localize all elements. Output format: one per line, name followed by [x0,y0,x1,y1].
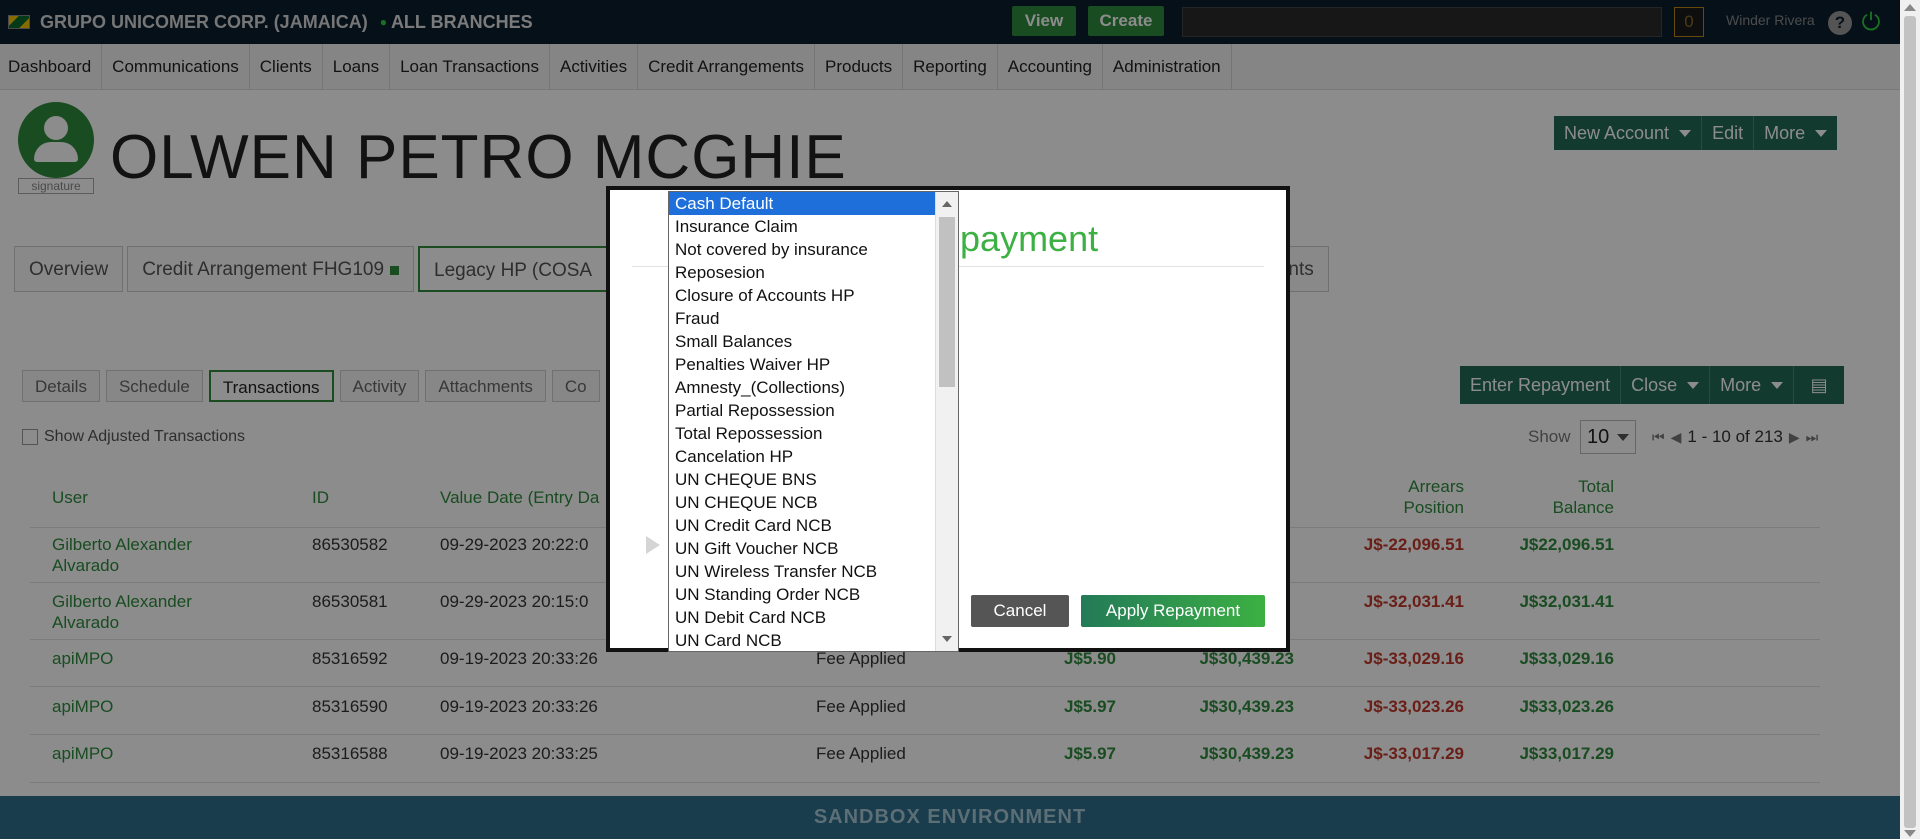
dropdown-option[interactable]: Cancelation HP [669,445,935,468]
scrollbar-thumb[interactable] [1904,16,1916,828]
scrollbar-thumb[interactable] [939,217,955,387]
dropdown-option[interactable]: UN Gift Voucher NCB [669,537,935,560]
cancel-button[interactable]: Cancel [971,595,1069,627]
scroll-up-icon[interactable] [942,201,952,207]
dropdown-option[interactable]: Cash Default [669,192,935,215]
scroll-down-icon[interactable] [942,636,952,642]
dropdown-option[interactable]: UN CHEQUE NCB [669,491,935,514]
dropdown-option[interactable]: UN Credit Card NCB [669,514,935,537]
dropdown-option[interactable]: UN Card NCB [669,629,935,651]
dropdown-option[interactable]: Total Repossession [669,422,935,445]
dropdown-scrollbar[interactable] [935,192,958,651]
dropdown-option[interactable]: Amnesty_(Collections) [669,376,935,399]
modal-title: epayment [940,218,1099,259]
expand-arrow-icon[interactable] [646,536,660,554]
dropdown-option[interactable]: Penalties Waiver HP [669,353,935,376]
apply-repayment-button[interactable]: Apply Repayment [1081,595,1265,627]
scroll-down-icon[interactable] [1904,830,1916,837]
dropdown-option[interactable]: Small Balances [669,330,935,353]
dropdown-option[interactable]: Partial Repossession [669,399,935,422]
scroll-up-icon[interactable] [1904,4,1916,11]
dropdown-option[interactable]: Fraud [669,307,935,330]
dropdown-options: Cash Default Insurance Claim Not covered… [669,192,935,651]
dropdown-option[interactable]: Not covered by insurance [669,238,935,261]
dropdown-option[interactable]: UN CHEQUE BNS [669,468,935,491]
dropdown-option[interactable]: Reposesion [669,261,935,284]
transaction-channel-dropdown[interactable]: Cash Default Insurance Claim Not covered… [668,191,959,652]
dropdown-option[interactable]: UN Wireless Transfer NCB [669,560,935,583]
dropdown-option[interactable]: Insurance Claim [669,215,935,238]
dropdown-option[interactable]: UN Standing Order NCB [669,583,935,606]
page-scrollbar[interactable] [1900,0,1920,839]
dropdown-option[interactable]: UN Debit Card NCB [669,606,935,629]
dropdown-option[interactable]: Closure of Accounts HP [669,284,935,307]
